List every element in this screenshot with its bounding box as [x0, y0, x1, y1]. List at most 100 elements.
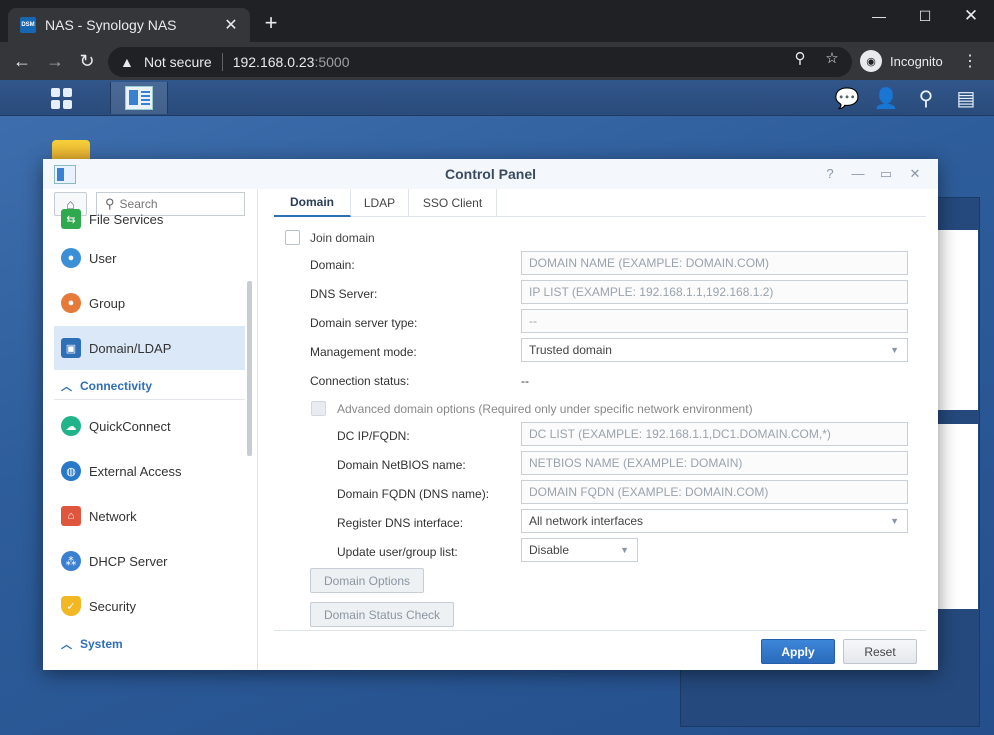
update-user-group-list-select[interactable]: Disable ▼	[521, 538, 638, 562]
sidebar-item-security[interactable]: ✓ Security	[54, 584, 245, 628]
domain-ldap-icon: ▣	[61, 338, 81, 358]
advanced-domain-options-checkbox[interactable]	[311, 401, 326, 416]
netbios-name-field[interactable]: NETBIOS NAME (EXAMPLE: DOMAIN)	[521, 451, 908, 475]
close-tab-icon[interactable]: ✕	[222, 15, 240, 35]
sidebar-item-group[interactable]: ● Group	[54, 281, 245, 325]
control-panel-icon	[125, 86, 153, 110]
address-separator	[221, 53, 223, 71]
sidebar-item-label: Domain/LDAP	[89, 340, 172, 356]
browser-tab-title: NAS - Synology NAS	[45, 17, 177, 33]
help-icon[interactable]: ?	[822, 166, 838, 181]
section-label: System	[80, 637, 123, 651]
update-user-group-list-value: Disable	[529, 543, 570, 557]
sidebar-item-user[interactable]: ● User	[54, 236, 245, 280]
footer-divider	[274, 630, 926, 631]
domain-server-type-label: Domain server type:	[310, 316, 418, 330]
network-icon: ⌂	[61, 506, 81, 526]
user-icon: ●	[61, 248, 81, 268]
dc-ip-fqdn-label: DC IP/FQDN:	[337, 429, 410, 443]
maximize-icon[interactable]: ▭	[878, 166, 894, 182]
main-menu-icon	[50, 87, 72, 109]
update-user-group-list-label: Update user/group list:	[337, 545, 458, 559]
sidebar-item-label: DHCP Server	[89, 553, 168, 569]
sidebar-section-system[interactable]: ︿ System	[54, 630, 245, 658]
widgets-icon[interactable]: ▤	[952, 86, 980, 111]
background-widget-card	[937, 230, 978, 410]
browser-menu-icon[interactable]: ⋮	[962, 51, 978, 71]
sidebar-item-quickconnect[interactable]: ☁ QuickConnect	[54, 404, 245, 448]
tab-domain[interactable]: Domain	[274, 189, 351, 217]
zoom-icon[interactable]: ⚲	[791, 49, 809, 67]
domain-server-type-field[interactable]: --	[521, 309, 908, 333]
tab-sso-client[interactable]: SSO Client	[409, 189, 497, 217]
maximize-window-button[interactable]: ☐	[902, 0, 948, 32]
search-icon[interactable]: ⚲	[912, 86, 940, 111]
reset-button[interactable]: Reset	[843, 639, 917, 664]
back-button[interactable]: ←	[10, 49, 34, 73]
register-dns-interface-select[interactable]: All network interfaces ▼	[521, 509, 908, 533]
netbios-name-label: Domain NetBIOS name:	[337, 458, 466, 472]
register-dns-interface-label: Register DNS interface:	[337, 516, 464, 530]
sidebar-section-connectivity[interactable]: ︿ Connectivity	[54, 372, 245, 400]
management-mode-value: Trusted domain	[529, 343, 612, 357]
file-services-icon: ⇆	[61, 209, 81, 229]
minimize-icon[interactable]: —	[850, 166, 866, 181]
bookmark-star-icon[interactable]: ☆	[823, 49, 841, 67]
security-icon: ✓	[61, 596, 81, 616]
domain-fqdn-field[interactable]: DOMAIN FQDN (EXAMPLE: DOMAIN.COM)	[521, 480, 908, 504]
sidebar-item-file-services[interactable]: ⇆ File Services	[54, 203, 245, 235]
sidebar: ⌂ ⚲ ⇆ File Services ● User ● Group ▣ Dom…	[43, 189, 258, 670]
sidebar-item-label: User	[89, 250, 117, 266]
sidebar-item-label: Security	[89, 598, 136, 614]
quickconnect-icon: ☁	[61, 416, 81, 436]
dropdown-arrow-icon: ▼	[890, 345, 899, 355]
forward-button[interactable]: →	[43, 49, 67, 73]
join-domain-checkbox[interactable]	[285, 230, 300, 245]
url-port: :5000	[314, 54, 350, 70]
tab-ldap[interactable]: LDAP	[351, 189, 409, 217]
incognito-indicator[interactable]: ◉ Incognito	[860, 48, 943, 74]
domain-options-button[interactable]: Domain Options	[310, 568, 424, 593]
management-mode-select[interactable]: Trusted domain ▼	[521, 338, 908, 362]
sidebar-item-label: Network	[89, 508, 137, 524]
control-panel-window: Control Panel ? — ▭ ✕ ⌂ ⚲ ⇆ File Service…	[43, 159, 938, 670]
address-bar[interactable]: ▲ Not secure 192.168.0.23 :5000	[108, 47, 852, 77]
domain-fqdn-label: Domain FQDN (DNS name):	[337, 487, 490, 501]
sidebar-item-external-access[interactable]: ◍ External Access	[54, 449, 245, 493]
notifications-icon[interactable]: 💬	[833, 86, 861, 111]
sidebar-item-domain-ldap[interactable]: ▣ Domain/LDAP	[54, 326, 245, 370]
close-icon[interactable]: ✕	[907, 166, 923, 182]
apply-button[interactable]: Apply	[761, 639, 835, 664]
sidebar-item-label: QuickConnect	[89, 418, 171, 434]
dc-ip-fqdn-field[interactable]: DC LIST (EXAMPLE: 192.168.1.1,DC1.DOMAIN…	[521, 422, 908, 446]
close-window-button[interactable]: ✕	[948, 0, 994, 32]
new-tab-button[interactable]: +	[258, 10, 284, 36]
sidebar-item-label: File Services	[89, 211, 164, 227]
register-dns-interface-value: All network interfaces	[529, 514, 644, 528]
taskbar-control-panel-button[interactable]	[110, 82, 168, 114]
domain-field[interactable]: DOMAIN NAME (EXAMPLE: DOMAIN.COM)	[521, 251, 908, 275]
chevron-up-icon: ︿	[61, 380, 72, 393]
sidebar-item-label: Group	[89, 295, 126, 311]
browser-tab-strip: DSM NAS - Synology NAS ✕ + — ☐ ✕	[0, 0, 994, 42]
reload-button[interactable]: ↻	[75, 49, 99, 73]
user-account-icon[interactable]: 👤	[872, 86, 900, 111]
dropdown-arrow-icon: ▼	[620, 545, 629, 555]
sidebar-item-label: External Access	[89, 463, 182, 479]
sidebar-scrollbar[interactable]	[247, 281, 252, 456]
dns-server-field[interactable]: IP LIST (EXAMPLE: 192.168.1.1,192.168.1.…	[521, 280, 908, 304]
dhcp-server-icon: ⁂	[61, 551, 81, 571]
minimize-window-button[interactable]: —	[856, 0, 902, 32]
main-menu-button[interactable]	[32, 82, 90, 114]
browser-tab[interactable]: DSM NAS - Synology NAS ✕	[8, 8, 250, 42]
browser-toolbar: ← → ↻ ▲ Not secure 192.168.0.23 :5000 ⚲ …	[0, 42, 994, 80]
sidebar-item-network[interactable]: ⌂ Network	[54, 494, 245, 538]
domain-status-check-button[interactable]: Domain Status Check	[310, 602, 454, 627]
dsm-favicon-icon: DSM	[20, 17, 36, 33]
background-widget-card	[937, 424, 978, 609]
domain-label: Domain:	[310, 258, 355, 272]
dsm-taskbar: 💬 👤 ⚲ ▤	[0, 80, 994, 116]
sidebar-item-dhcp-server[interactable]: ⁂ DHCP Server	[54, 539, 245, 583]
security-label: Not secure	[144, 54, 212, 70]
join-domain-label: Join domain	[310, 231, 375, 245]
